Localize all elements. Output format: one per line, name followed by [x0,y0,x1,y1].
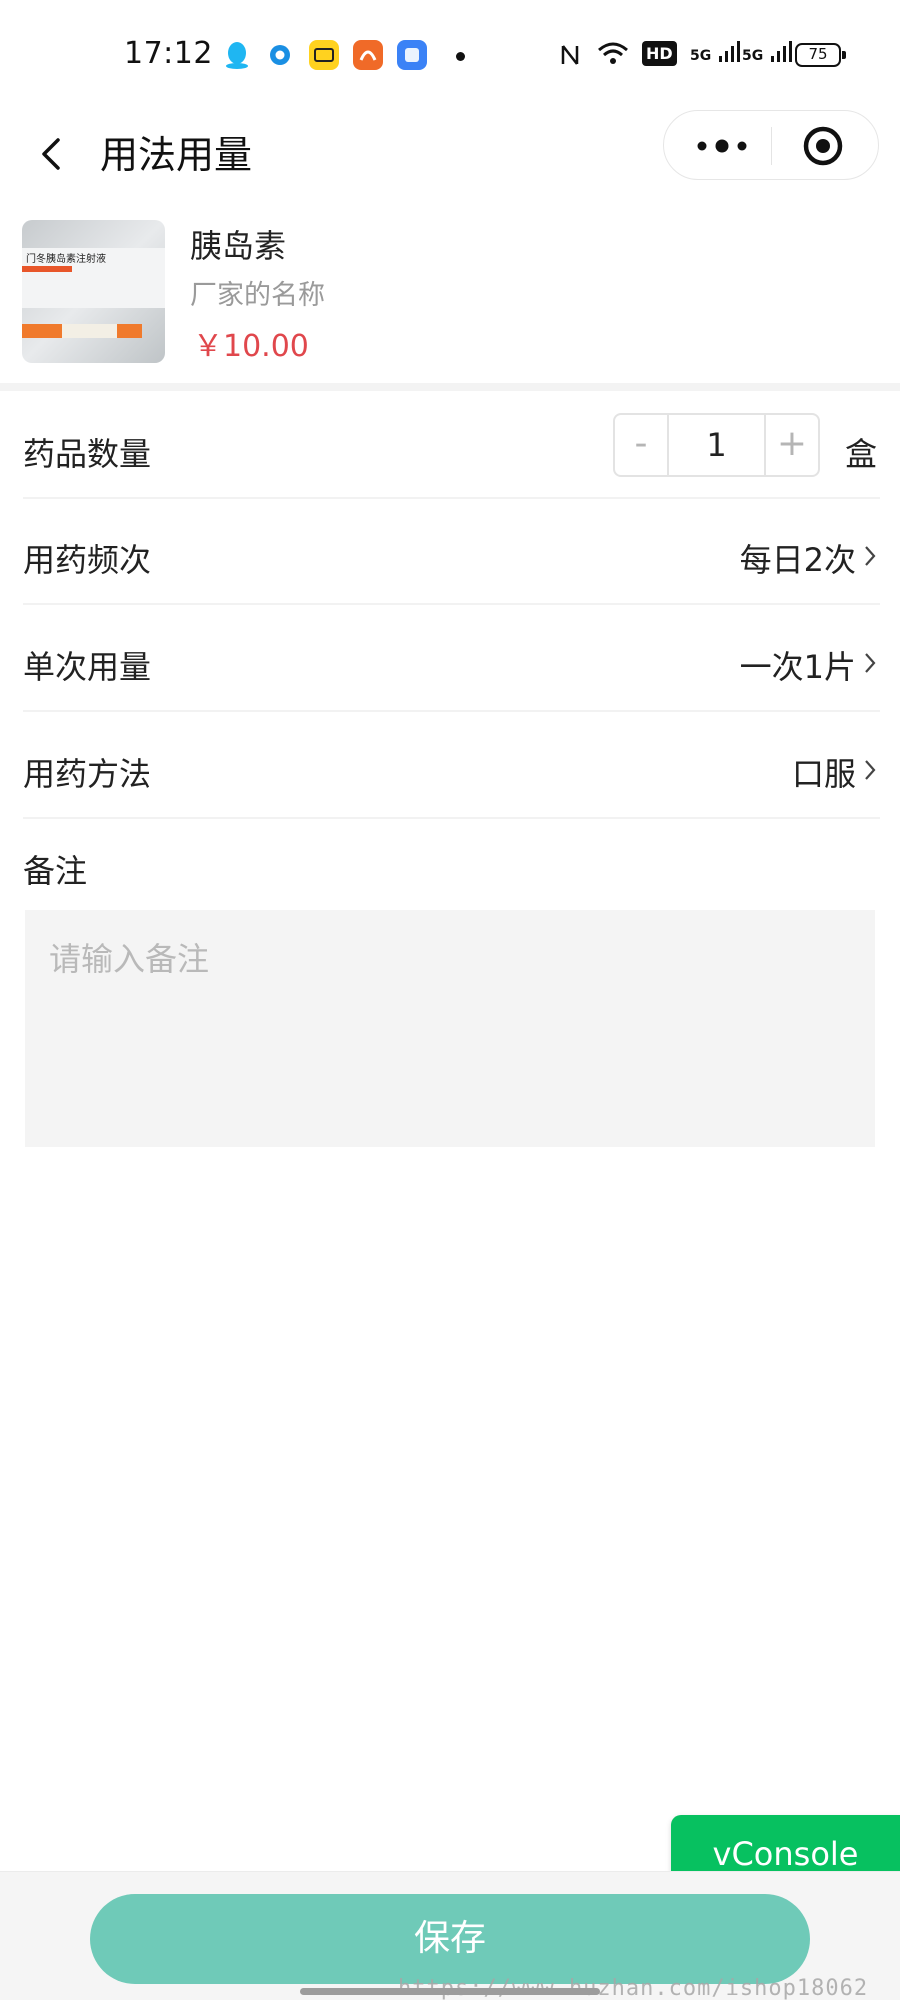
increase-button[interactable]: + [764,415,818,475]
chevron-right-icon [860,543,880,569]
notes-label: 备注 [23,852,88,890]
row-divider [23,710,880,712]
quantity-unit: 盒 [845,435,878,473]
wifi-icon [596,40,630,72]
mini-program-capsule [663,110,879,180]
signal-label: 5G [742,48,764,64]
frequency-label: 用药频次 [23,541,152,579]
bottom-bar: 保存 https://www.huzhan.com/ishop18062 [0,1871,900,2000]
product-thumbnail: 门冬胰岛素注射液 [22,220,165,363]
signal-5g-2-icon: 5G [742,40,793,64]
multitask-icon [397,40,427,70]
meituan-icon [309,40,339,70]
qq-icon [222,40,252,70]
method-row[interactable]: 用药方法 口服 [0,713,900,819]
quantity-row: 药品数量 - 1 + 盒 [0,393,900,499]
signal-5g-1-icon: 5G [690,40,741,64]
uc-browser-icon [353,40,383,70]
method-label: 用药方法 [23,755,152,793]
product-price: ￥10.00 [193,329,309,364]
nav-bar: 用法用量 [0,110,900,215]
close-mini-program-icon[interactable] [800,123,846,169]
decrease-button[interactable]: - [615,415,669,475]
notification-dot-icon [456,52,465,61]
home-indicator[interactable] [300,1988,600,1995]
save-button[interactable]: 保存 [90,1894,810,1984]
browser-icon [265,40,295,70]
frequency-row[interactable]: 用药频次 每日2次 [0,499,900,605]
product-card: 门冬胰岛素注射液 胰岛素 厂家的名称 ￥10.00 [0,215,900,380]
thumb-label: 门冬胰岛素注射液 [26,252,106,265]
quantity-label: 药品数量 [23,435,152,473]
quantity-stepper: - 1 + [613,413,820,477]
nfc-icon [558,42,582,72]
row-divider [23,817,880,819]
dose-value: 一次1片 [739,648,856,686]
product-manufacturer: 厂家的名称 [190,280,325,311]
dose-row[interactable]: 单次用量 一次1片 [0,606,900,712]
section-divider [0,383,900,391]
status-bar: 17:12 HD 5G 5G 75 [0,0,900,110]
product-name: 胰岛素 [190,227,287,265]
page: 17:12 HD 5G 5G 75 用法用量 门冬胰岛素注射液 胰岛素 厂家的名… [0,0,900,2000]
capsule-divider [771,127,772,165]
signal-label: 5G [690,48,712,64]
notes-textarea[interactable] [25,910,875,1147]
hd-icon: HD [642,41,677,66]
battery-icon: 75 [795,43,846,67]
chevron-right-icon [860,757,880,783]
more-icon[interactable] [692,129,752,163]
chevron-right-icon [860,650,880,676]
status-time: 17:12 [124,36,213,71]
method-value: 口服 [791,755,856,793]
frequency-value: 每日2次 [739,541,856,579]
page-title: 用法用量 [100,133,253,177]
back-arrow-icon[interactable] [28,124,78,184]
dose-label: 单次用量 [23,648,152,686]
row-divider [23,603,880,605]
quantity-input[interactable]: 1 [669,415,764,475]
